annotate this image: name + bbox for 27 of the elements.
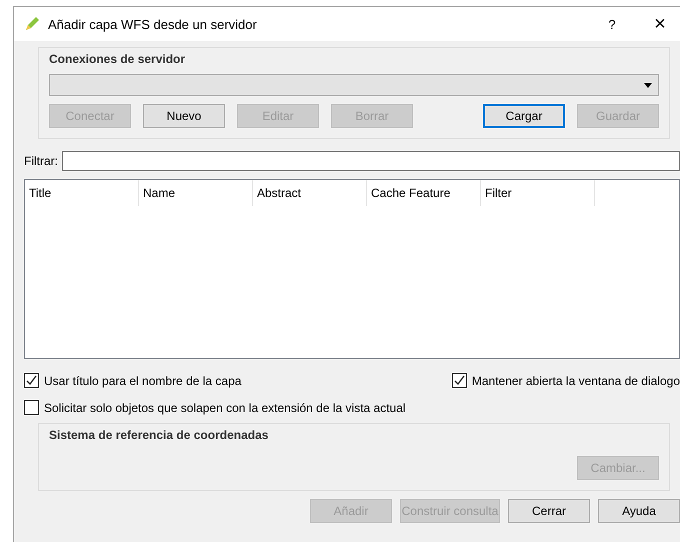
filter-field[interactable] [62, 151, 680, 171]
column-header[interactable]: Title [25, 180, 139, 206]
column-header[interactable]: Cache Feature [367, 180, 481, 206]
column-header[interactable]: Abstract [253, 180, 367, 206]
check-icon [454, 375, 465, 386]
dialog-button[interactable]: Ayuda [598, 499, 680, 523]
connection-button[interactable]: Cargar [483, 104, 565, 128]
window-title: Añadir capa WFS desde un servidor [48, 16, 258, 32]
column-header[interactable]: Filter [481, 180, 595, 206]
dialog-button[interactable]: Cerrar [508, 499, 590, 523]
checkbox[interactable] [24, 373, 39, 388]
connection-button[interactable]: Nuevo [143, 104, 225, 128]
checkbox-label: Solicitar solo objetos que solapen con la extensión de la vista actual [44, 400, 406, 414]
checkbox-label: Usar título para el nombre de la capa [44, 374, 242, 388]
group-title: Conexiones de servidor [49, 52, 186, 66]
column-header[interactable]: Name [139, 180, 253, 206]
pencil-icon [24, 16, 40, 32]
dropdown-arrow-icon [644, 82, 652, 88]
filter-label: Filtrar: [24, 154, 58, 168]
check-icon [26, 375, 37, 386]
checkbox[interactable] [452, 373, 467, 388]
checkbox[interactable] [24, 400, 39, 415]
checkbox-option[interactable]: Usar título para el nombre de la capa [24, 373, 452, 388]
group-title: Sistema de referencia de coordenadas [49, 428, 270, 442]
help-button[interactable]: ? [592, 16, 632, 32]
checkbox-option[interactable]: Solicitar solo objetos que solapen con la extensión de la vista actual [24, 400, 680, 415]
close-button[interactable]: × [640, 12, 680, 36]
